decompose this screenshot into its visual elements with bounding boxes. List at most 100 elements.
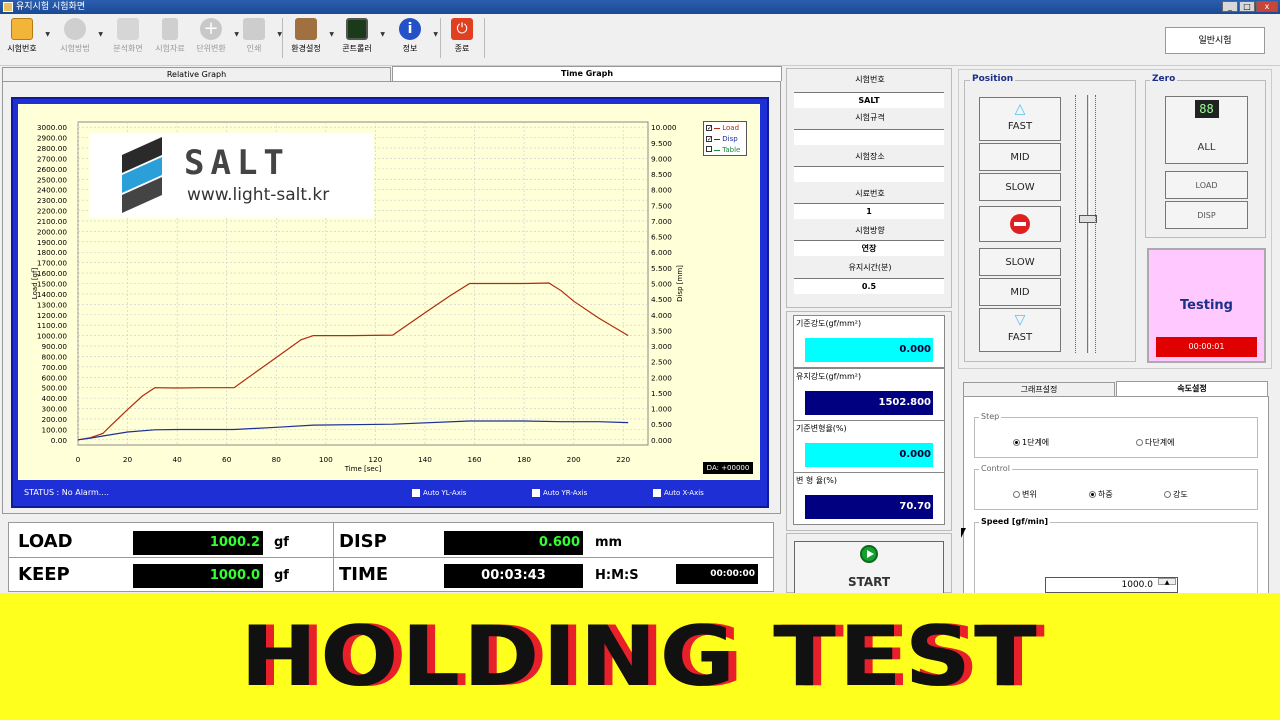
start-label: START [847,575,891,589]
keep-value: 1000.0 [133,564,263,588]
test-no-value: SALT [794,92,944,108]
exit-button[interactable]: ⏻ 종료 [442,17,482,63]
settings-button[interactable]: 환경설정 ▼ [286,17,334,63]
y-tick-label: 1600.00 [37,269,68,278]
y2-tick-label: 5.000 [651,280,672,289]
testing-label: Testing [1180,298,1233,313]
radio-icon[interactable] [1164,491,1171,498]
hold-time-label: 유지시간(분) [848,263,892,272]
keep-label: KEEP [18,564,70,585]
legend-checkbox-load[interactable]: ✓ [706,125,712,132]
sample-value: 1 [794,203,944,219]
zero-disp-button[interactable]: DISP [1165,201,1248,229]
base-ratio-box: 기준변형율(%) 0.000 [793,420,945,473]
up-slow-button[interactable]: SLOW [979,173,1061,201]
tab-speed-settings[interactable]: 속도설정 [1116,381,1268,396]
y-tick-label: 1700.00 [37,259,68,268]
y-tick-label: 200.00 [41,415,67,424]
tab-relative-graph[interactable]: Relative Graph [2,67,391,81]
legend-item-disp[interactable]: ✓ Disp [706,134,744,145]
radio-icon[interactable] [1136,439,1143,446]
checkbox-icon[interactable] [653,489,661,497]
legend-checkbox-disp[interactable]: ✓ [706,136,712,143]
chart-legend: ✓ Load ✓ Disp Table [703,121,747,156]
test-data-button[interactable]: 시험자료 [150,17,190,63]
step-radio-multi[interactable]: 다단계에 [1136,437,1174,448]
slider-ticks [1095,95,1097,353]
info-button[interactable]: i 정보 ▼ [390,17,438,63]
test-no-label: 시험번호 [855,75,885,84]
slider-track [1087,95,1090,353]
legend-swatch-disp [714,138,720,140]
tab-graph-settings[interactable]: 그래프설정 [963,382,1115,396]
testing-time: 00:00:01 [1156,337,1257,357]
arrow-down-icon: ▽ [1014,312,1026,328]
legend-item-table[interactable]: Table [706,145,744,156]
test-method-button[interactable]: 시험방법 ▼ [55,17,103,63]
x-tick-label: 140 [418,455,432,464]
step-multi-label: 다단계에 [1145,438,1175,447]
ratio-label: 변 형 율(%) [796,476,838,485]
strength-panel: 기준강도(gf/mm²) 0.000 유지강도(gf/mm²) 1502.800… [786,311,952,531]
unit-convert-button[interactable]: + 단위변환 ▼ [191,17,239,63]
dropdown-arrow-icon[interactable]: ▼ [380,31,385,38]
checkbox-icon[interactable] [412,489,420,497]
dropdown-arrow-icon[interactable]: ▼ [45,31,50,38]
base-strength-label: 기준강도(gf/mm²) [796,319,862,328]
radio-icon[interactable] [1089,491,1096,498]
test-number-label: 시험번호 [7,44,37,53]
up-mid-button[interactable]: MID [979,143,1061,171]
start-button[interactable]: START [794,541,944,601]
minimize-button[interactable]: _ [1222,1,1238,12]
legend-swatch-table [714,149,720,151]
legend-item-load[interactable]: ✓ Load [706,123,744,134]
control-radio-disp[interactable]: 변위 [1013,489,1037,500]
down-mid-button[interactable]: MID [979,278,1061,306]
y-tick-label: 2200.00 [37,207,68,216]
readout-panel: LOAD 1000.2 gf DISP 0.600 mm KEEP 1000.0… [8,522,774,592]
zero-load-button[interactable]: LOAD [1165,171,1248,199]
close-button[interactable]: x [1256,1,1278,12]
test-number-button[interactable]: 시험번호 ▼ [2,17,50,63]
y-tick-label: 1400.00 [37,290,68,299]
print-button[interactable]: 인쇄 ▼ [234,17,282,63]
step-title: Step [979,412,1002,421]
auto-yl-checkbox[interactable]: Auto YL-Axis [412,488,466,498]
down-slow-button[interactable]: SLOW [979,248,1061,276]
down-fast-button[interactable]: ▽ FAST [979,308,1061,352]
tab-time-graph[interactable]: Time Graph [392,66,782,81]
data-icon [162,18,178,40]
salt-logo: SALT www.light-salt.kr [89,133,374,218]
maximize-button[interactable]: □ [1239,1,1255,12]
checkbox-icon[interactable] [532,489,540,497]
dropdown-arrow-icon[interactable]: ▼ [329,31,334,38]
step-radio-single[interactable]: 1단계에 [1013,437,1049,448]
controller-button[interactable]: 콘트롤러 ▼ [337,17,385,63]
x-tick-label: 40 [172,455,182,464]
dropdown-arrow-icon[interactable]: ▼ [98,31,103,38]
zero-all-button[interactable]: 88 ALL [1165,96,1248,164]
hold-time-value: 0.5 [794,278,944,294]
control-radio-load[interactable]: 하중 [1089,489,1113,500]
y2-tick-label: 0.500 [651,420,672,429]
radio-icon[interactable] [1013,491,1020,498]
legend-checkbox-table[interactable] [706,146,712,152]
test-mode-box[interactable]: 일반시험 [1165,27,1265,54]
settings-label: 환경설정 [291,44,321,53]
radio-icon[interactable] [1013,439,1020,446]
auto-yr-checkbox[interactable]: Auto YR-Axis [532,488,587,498]
stop-button[interactable] [979,206,1061,242]
disp-label: DISP [339,531,387,552]
step-single-label: 1단계에 [1022,438,1050,447]
dropdown-arrow-icon[interactable]: ▼ [433,31,438,38]
analysis-button[interactable]: 분석화면 [108,17,148,63]
banner-text: HOLDING TEST [240,608,1040,705]
test-info-panel: 시험번호 SALT 시험규격 시험장소 시료번호 1 시험방향 연장 유지시간(… [786,68,952,308]
up-fast-button[interactable]: △ FAST [979,97,1061,141]
place-value [794,166,944,182]
unit-convert-label: 단위변환 [196,44,226,53]
y-tick-label: 700.00 [41,363,67,372]
auto-x-checkbox[interactable]: Auto X-Axis [653,488,704,498]
speed-spin-up-icon[interactable]: ▲ [1158,578,1176,586]
control-radio-strength[interactable]: 강도 [1164,489,1188,500]
